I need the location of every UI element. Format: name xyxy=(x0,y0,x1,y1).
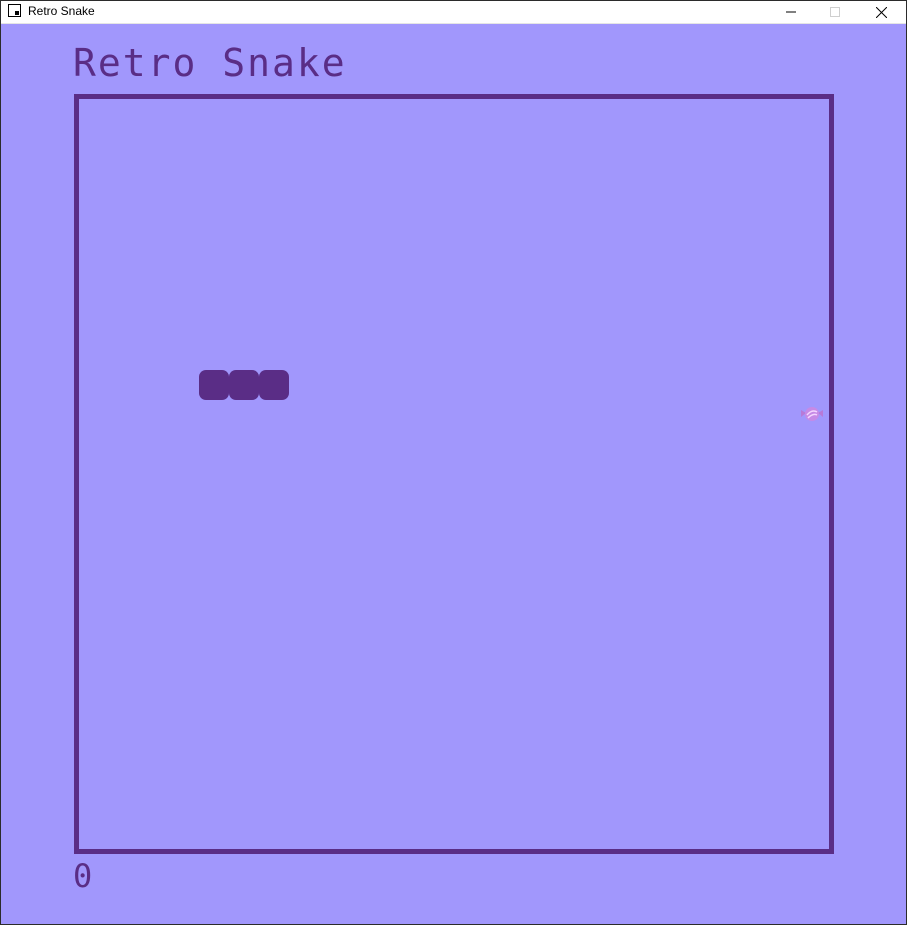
game-board xyxy=(74,94,834,854)
snake-segment xyxy=(199,370,229,400)
title-bar[interactable]: Retro Snake xyxy=(1,1,906,24)
close-button[interactable] xyxy=(858,1,904,23)
snake-segment xyxy=(259,370,289,400)
app-window-icon xyxy=(8,4,21,17)
maximize-icon xyxy=(830,7,840,17)
game-window: Retro Snake Retro Snake 0 xyxy=(0,0,907,925)
minimize-button[interactable] xyxy=(768,1,814,23)
window-title: Retro Snake xyxy=(28,4,95,18)
minimize-icon xyxy=(786,11,796,13)
close-icon xyxy=(875,6,887,18)
score-value: 0 xyxy=(73,857,93,895)
maximize-button[interactable] xyxy=(812,1,858,23)
candy-icon xyxy=(801,407,823,421)
game-title: Retro Snake xyxy=(73,41,347,85)
snake-segment xyxy=(229,370,259,400)
